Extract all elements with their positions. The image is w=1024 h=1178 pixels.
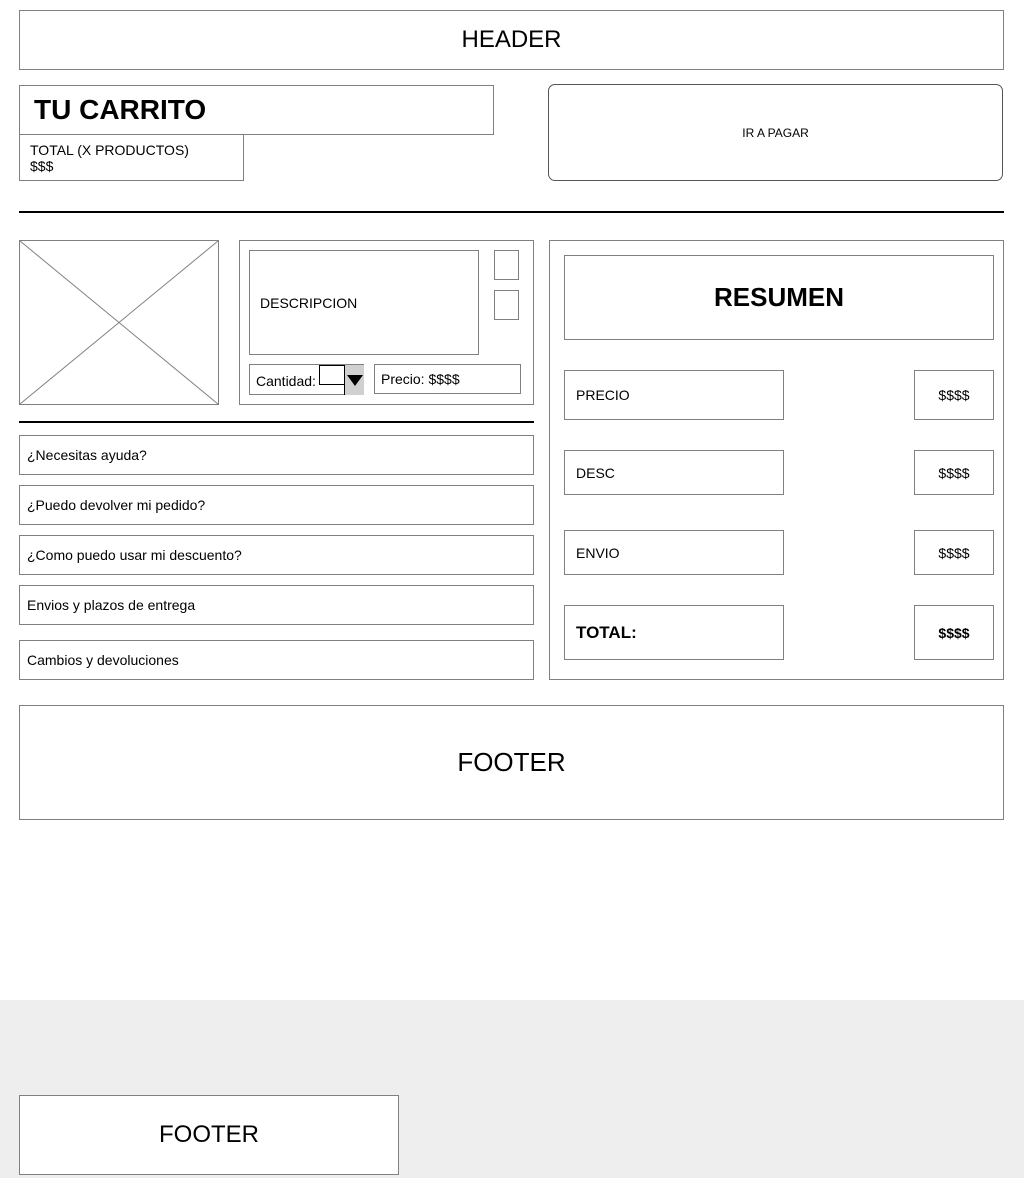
quantity-selector: Cantidad:	[249, 364, 364, 395]
mobile-footer: FOOTER	[19, 1095, 399, 1175]
item-checkbox-2[interactable]	[494, 290, 519, 320]
faq-item[interactable]: ¿Como puedo usar mi descuento?	[19, 535, 534, 575]
item-price: Precio: $$$$	[374, 364, 521, 394]
summary-shipping-value: $$$$	[914, 530, 994, 575]
summary-total-label: TOTAL:	[564, 605, 784, 660]
faq-item[interactable]: ¿Puedo devolver mi pedido?	[19, 485, 534, 525]
summary-discount-value: $$$$	[914, 450, 994, 495]
chevron-down-icon[interactable]	[344, 365, 364, 395]
divider	[19, 211, 1004, 213]
header: HEADER	[19, 10, 1004, 70]
image-placeholder-icon	[20, 241, 218, 404]
footer: FOOTER	[19, 705, 1004, 820]
summary-title: RESUMEN	[564, 255, 994, 340]
quantity-label: Cantidad:	[256, 373, 316, 389]
pay-button[interactable]: IR A PAGAR	[548, 84, 1003, 181]
summary-total-value: $$$$	[914, 605, 994, 660]
faq-item[interactable]: ¿Necesitas ayuda?	[19, 435, 534, 475]
faq-item[interactable]: Cambios y devoluciones	[19, 640, 534, 680]
cart-total-box: TOTAL (X PRODUCTOS) $$$	[19, 134, 244, 181]
page: HEADER TU CARRITO TOTAL (X PRODUCTOS) $$…	[0, 0, 1024, 1178]
cart-total-value: $$$	[30, 158, 54, 174]
quantity-input[interactable]	[319, 365, 345, 385]
summary-price-label: PRECIO	[564, 370, 784, 420]
product-image-placeholder	[19, 240, 219, 405]
cart-title: TU CARRITO	[19, 85, 494, 135]
faq-item[interactable]: Envios y plazos de entrega	[19, 585, 534, 625]
summary-shipping-label: ENVIO	[564, 530, 784, 575]
item-checkbox-1[interactable]	[494, 250, 519, 280]
summary-price-value: $$$$	[914, 370, 994, 420]
item-description: DESCRIPCION	[249, 250, 479, 355]
summary-discount-label: DESC	[564, 450, 784, 495]
cart-total-line: TOTAL (X PRODUCTOS)	[30, 142, 189, 158]
divider	[19, 421, 534, 423]
